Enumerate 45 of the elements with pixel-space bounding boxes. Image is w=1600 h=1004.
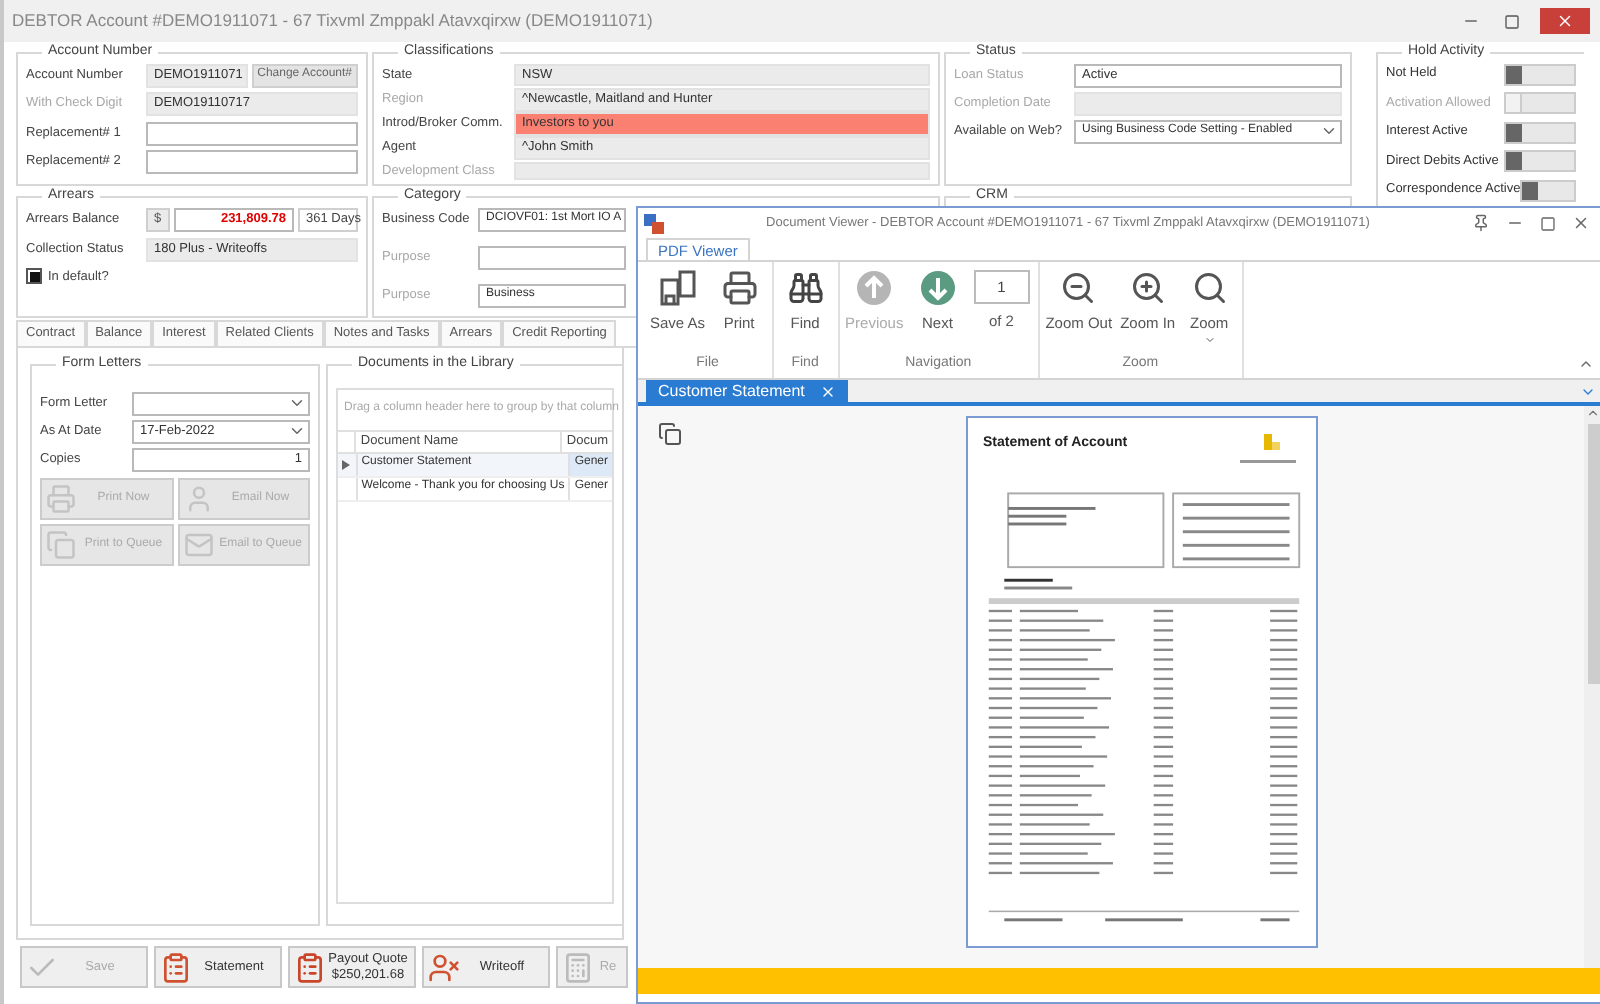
checkbox[interactable] [26, 268, 42, 285]
input-field[interactable] [146, 150, 358, 174]
dropdown-caret-icon [1320, 122, 1338, 140]
toggle-switch[interactable] [1520, 179, 1576, 201]
document-tab[interactable]: Customer Statement [646, 380, 849, 402]
close-icon[interactable] [1572, 214, 1590, 232]
input-field[interactable] [146, 121, 358, 145]
clipboard-icon [294, 951, 326, 983]
envelope-icon [183, 529, 213, 559]
caret-icon [1203, 334, 1216, 347]
close-icon [1556, 12, 1574, 30]
binoculars-icon [787, 270, 824, 306]
person-cross-icon [428, 951, 460, 983]
save-as-icon [659, 270, 696, 306]
logo-icon [1235, 434, 1299, 466]
input-field[interactable] [1074, 91, 1342, 115]
collapse-ribbon-icon[interactable] [1578, 356, 1594, 372]
zoom-out-icon [1060, 270, 1097, 306]
app-icon [644, 213, 664, 233]
printer-icon [721, 270, 758, 306]
scrollbar[interactable] [1584, 406, 1600, 968]
close-icon[interactable] [820, 383, 837, 399]
toggle-switch[interactable] [1504, 121, 1576, 143]
thumbnails-icon[interactable] [658, 422, 682, 446]
scroll-up-icon[interactable] [1586, 406, 1600, 420]
row-indicator-icon [342, 459, 351, 469]
input-field[interactable] [514, 161, 930, 181]
toggle-switch[interactable] [1504, 63, 1576, 85]
printer-icon [46, 483, 76, 513]
window-title: DEBTOR Account #DEMO1911071 - 67 Tixvml Zmppakl Atavxqirxw (DEMO1911071) [12, 8, 653, 34]
arrow-down-circle-icon [919, 270, 956, 306]
magnifier-icon [1191, 270, 1228, 306]
toggle-switch[interactable] [1504, 150, 1576, 172]
arrow-up-circle-icon [856, 270, 893, 306]
maximize-icon[interactable] [1504, 13, 1520, 29]
calculator-icon [562, 951, 594, 983]
zoom-in-icon [1129, 270, 1166, 306]
person-icon [183, 483, 213, 513]
dropdown-field[interactable] [132, 391, 310, 415]
input-field[interactable] [478, 245, 626, 269]
maximize-icon[interactable] [1540, 215, 1556, 231]
clipboard-icon [160, 951, 192, 983]
pin-icon[interactable] [1472, 214, 1490, 232]
documents-icon [46, 529, 76, 559]
close-button[interactable] [1540, 8, 1590, 34]
